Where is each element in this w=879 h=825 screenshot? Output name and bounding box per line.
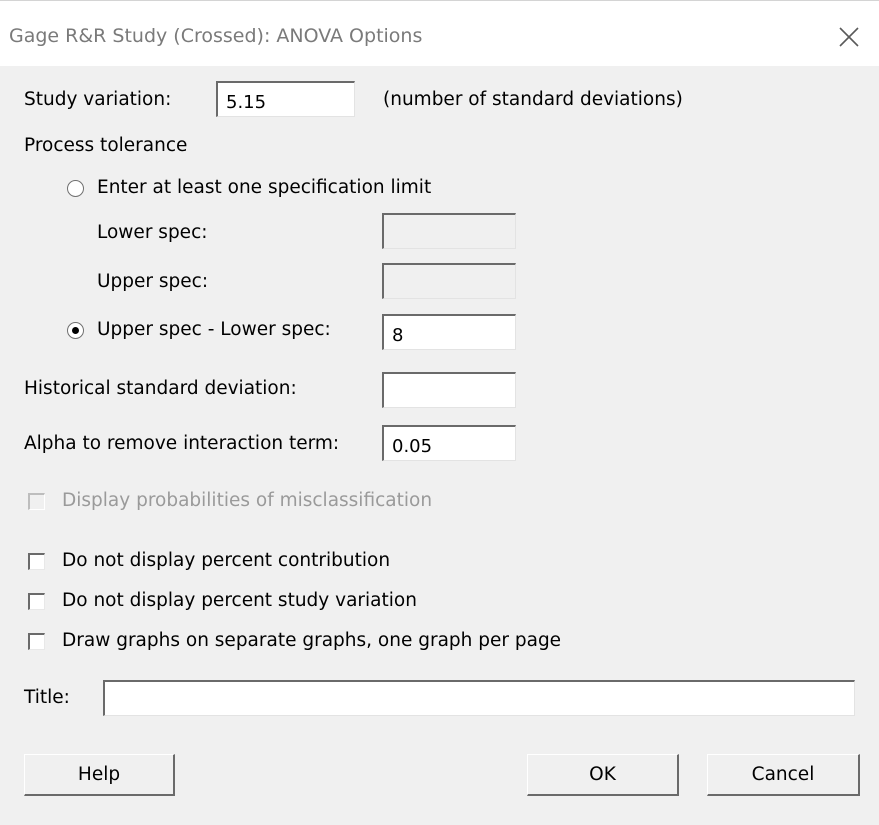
percent-study-variation-checkbox[interactable] xyxy=(28,593,45,610)
close-icon xyxy=(839,27,859,47)
cancel-button[interactable]: Cancel xyxy=(707,754,860,796)
spec-limits-radio[interactable] xyxy=(67,180,84,197)
percent-contribution-label[interactable]: Do not display percent contribution xyxy=(62,550,390,571)
spec-limits-radio-label[interactable]: Enter at least one specification limit xyxy=(97,177,431,198)
separate-graphs-label[interactable]: Draw graphs on separate graphs, one grap… xyxy=(62,630,561,651)
study-variation-label: Study variation: xyxy=(24,89,172,110)
percent-contribution-checkbox[interactable] xyxy=(28,553,45,570)
misclassification-label: Display probabilities of misclassificati… xyxy=(62,490,433,511)
study-variation-input[interactable] xyxy=(216,81,355,117)
ok-button[interactable]: OK xyxy=(527,754,679,796)
process-tolerance-label: Process tolerance xyxy=(24,135,188,156)
spec-range-input[interactable] xyxy=(382,314,516,350)
misclassification-checkbox xyxy=(28,493,45,510)
historical-std-input[interactable] xyxy=(382,372,516,408)
title-bar: Gage R&R Study (Crossed): ANOVA Options xyxy=(0,0,879,66)
study-variation-suffix: (number of standard deviations) xyxy=(383,89,683,110)
spec-range-radio[interactable] xyxy=(67,322,84,339)
separate-graphs-checkbox[interactable] xyxy=(28,633,45,650)
spec-range-radio-label[interactable]: Upper spec - Lower spec: xyxy=(97,319,331,340)
lower-spec-label: Lower spec: xyxy=(97,222,208,243)
historical-std-label: Historical standard deviation: xyxy=(24,378,297,399)
lower-spec-input[interactable] xyxy=(382,213,516,249)
upper-spec-input[interactable] xyxy=(382,263,516,299)
close-button[interactable] xyxy=(833,21,865,53)
radio-selected-dot xyxy=(72,327,79,334)
percent-study-variation-label[interactable]: Do not display percent study variation xyxy=(62,590,417,611)
title-field-label: Title: xyxy=(24,687,70,708)
alpha-label: Alpha to remove interaction term: xyxy=(24,433,340,454)
window-title: Gage R&R Study (Crossed): ANOVA Options xyxy=(9,25,423,47)
help-button[interactable]: Help xyxy=(24,754,175,796)
anova-options-dialog: Gage R&R Study (Crossed): ANOVA Options … xyxy=(0,0,879,825)
title-input[interactable] xyxy=(103,680,855,716)
alpha-input[interactable] xyxy=(382,425,516,461)
upper-spec-label: Upper spec: xyxy=(97,271,209,292)
